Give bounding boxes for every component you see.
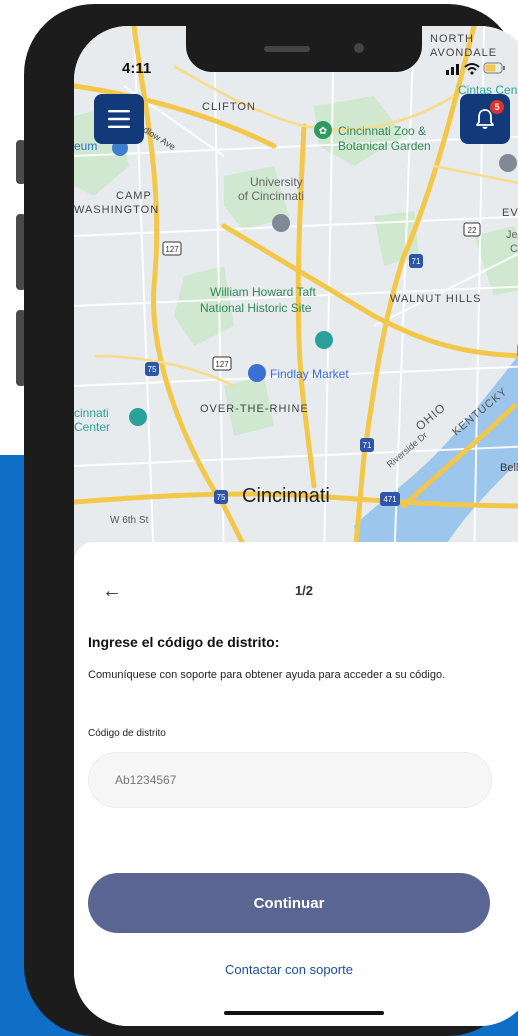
continue-button[interactable]: Continuar — [88, 873, 490, 933]
district-code-input[interactable] — [88, 752, 492, 808]
phone-camera — [354, 43, 364, 53]
map-label-university-line1: University — [250, 175, 303, 189]
battery-icon — [483, 62, 505, 74]
cellular-signal-icon — [446, 64, 459, 75]
map-label-jenn-line2: Car — [510, 243, 518, 255]
map-label-cincinnati-center-line1: cinnati — [74, 406, 109, 420]
map-label-bellevue: Bellev — [500, 462, 518, 474]
phone-notch — [186, 26, 422, 72]
route-shield-127: 127 — [215, 360, 229, 369]
status-time: 4:11 — [122, 60, 152, 77]
route-shield-127: 127 — [165, 245, 179, 254]
route-shield-22: 22 — [468, 226, 477, 235]
map-label-w-6th-st: W 6th St — [110, 515, 149, 526]
route-shield-71: 71 — [412, 257, 421, 266]
map-label-cincinnati: Cincinnati — [242, 485, 330, 507]
svg-text:✿: ✿ — [319, 126, 327, 137]
map-label-museum: eum — [74, 139, 97, 153]
map-label-camp: CAMP — [116, 190, 152, 202]
phone-frame: ✿ 127 127 75 75 75 71 71 — [24, 4, 518, 1036]
contact-support-link[interactable]: Contactar con soporte — [74, 962, 504, 977]
map-label-taft-line2: National Historic Site — [200, 301, 312, 315]
sheet-description: Comuníquese con soporte para obtener ayu… — [88, 669, 446, 681]
notification-count-badge: 5 — [490, 100, 504, 114]
notifications-button[interactable]: 5 — [460, 94, 510, 144]
wifi-icon — [464, 63, 480, 75]
hamburger-menu-icon — [108, 110, 130, 128]
map-label-over-the-rhine: OVER-THE-RHINE — [200, 403, 309, 415]
map-label-cincinnati-center-line2: Center — [74, 420, 110, 434]
map-label-findlay-market: Findlay Market — [270, 367, 349, 381]
map-label-walnut-hills: WALNUT HILLS — [390, 293, 481, 305]
route-shield-471: 471 — [383, 495, 397, 504]
app-screen: ✿ 127 127 75 75 75 71 71 — [74, 26, 518, 1026]
route-shield-71: 71 — [363, 441, 372, 450]
map-label-clifton: CLIFTON — [202, 101, 256, 113]
menu-button[interactable] — [94, 94, 144, 144]
route-shield-75: 75 — [148, 365, 157, 374]
sheet-title: Ingrese el código de distrito: — [88, 634, 280, 650]
phone-speaker — [264, 46, 310, 52]
map-label-north: NORTH — [430, 33, 474, 45]
map-label-jenn-line1: Jenn — [506, 229, 518, 241]
map-label-zoo-line2: Botanical Garden — [338, 139, 431, 153]
map-label-washington: WASHINGTON — [74, 204, 159, 216]
map-label-zoo-line1: Cincinnati Zoo & — [338, 124, 426, 138]
map-label-evanston: EVAN — [502, 207, 518, 219]
status-icons — [446, 62, 505, 75]
map-label-taft-line1: William Howard Taft — [210, 285, 316, 299]
home-indicator — [224, 1011, 384, 1015]
map-label-avondale: AVONDALE — [430, 47, 497, 59]
district-code-sheet: ← 1/2 Ingrese el código de distrito: Com… — [74, 542, 518, 1026]
step-indicator: 1/2 — [294, 583, 314, 598]
map-label-university-line2: of Cincinnati — [238, 189, 304, 203]
route-shield-75: 75 — [217, 493, 226, 502]
district-code-label: Código de distrito — [88, 728, 166, 739]
